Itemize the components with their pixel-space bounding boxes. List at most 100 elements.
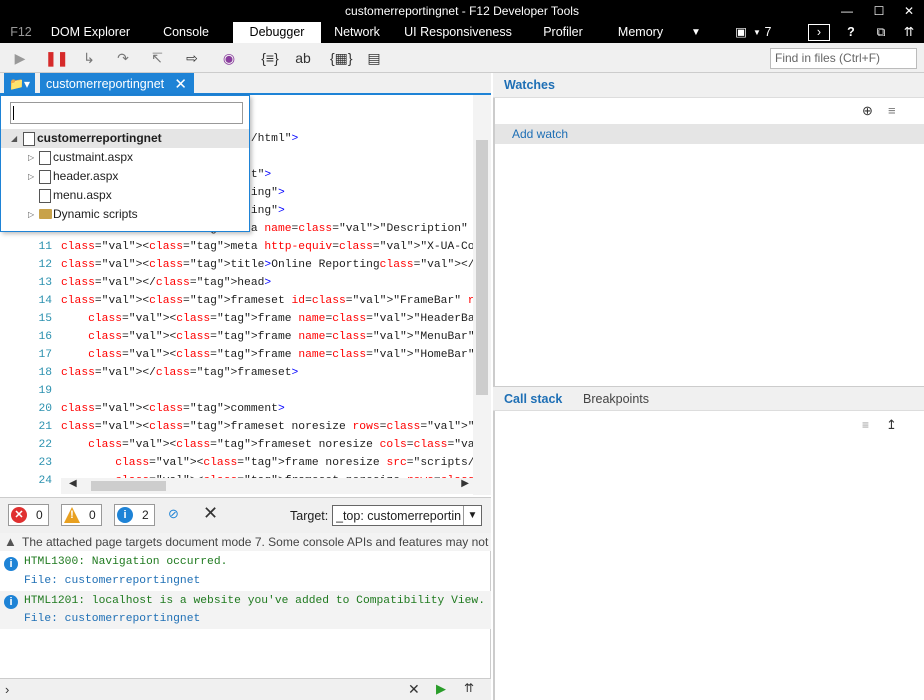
line-number[interactable]: 13: [22, 277, 52, 289]
tree-root[interactable]: ◢ customerreportingnet: [1, 129, 249, 148]
close-window-button[interactable]: ✕: [894, 0, 924, 22]
expanded-arrow-icon[interactable]: ◢: [11, 129, 17, 148]
tab-dom-explorer[interactable]: DOM Explorer: [42, 22, 139, 43]
line-number[interactable]: 22: [22, 439, 52, 451]
pin-callstack-icon[interactable]: ↥: [886, 417, 897, 433]
tab-debugger[interactable]: Debugger: [233, 22, 321, 43]
tree-item-label: Dynamic scripts: [53, 207, 138, 221]
file-icon: [39, 151, 51, 165]
add-watch-icon[interactable]: ⊕: [862, 103, 873, 119]
emulation-monitor-icon[interactable]: ▣: [730, 22, 752, 43]
code-line: class="val"><class="tag">meta http-equiv…: [61, 241, 473, 253]
window-title: customerreportingnet - F12 Developer Too…: [345, 4, 579, 18]
horizontal-scroll-thumb[interactable]: [91, 481, 166, 491]
side-panels: Watches ⊕ ≡ Add watch Call stack Breakpo…: [493, 73, 924, 700]
code-line: class="val"><class="tag">comment>: [61, 403, 285, 415]
document-tabs: 📁▾ customerreportingnet ✕: [0, 73, 491, 95]
main-tab-bar: F12 DOM Explorer Console Debugger Networ…: [0, 22, 924, 43]
run-icon[interactable]: ▶: [436, 681, 446, 697]
clear-on-navigate-icon[interactable]: ⊘: [168, 506, 188, 524]
minimize-button[interactable]: —: [832, 0, 862, 22]
help-button[interactable]: ?: [842, 22, 860, 43]
tab-console[interactable]: Console: [139, 22, 233, 43]
vertical-scroll-thumb[interactable]: [476, 140, 488, 395]
tab-breakpoints[interactable]: Breakpoints: [583, 392, 649, 406]
chevron-down-icon[interactable]: ▼: [463, 506, 481, 525]
scroll-left-icon[interactable]: ◀: [69, 478, 77, 489]
target-select[interactable]: _top: customerreporting ▼: [332, 505, 482, 526]
collapsed-arrow-icon[interactable]: ▷: [28, 205, 34, 224]
clear-console-icon[interactable]: ✕: [203, 503, 218, 524]
exceptions-icon[interactable]: ◉: [220, 49, 238, 67]
file-search-input[interactable]: [10, 102, 243, 124]
info-count: 2: [142, 508, 149, 522]
code-line: class="val"><class="tag">frameset noresi…: [61, 421, 473, 433]
step-over-icon[interactable]: ↷: [114, 49, 132, 67]
show-frames-icon[interactable]: ≡: [862, 418, 869, 432]
tab-f12[interactable]: F12: [0, 22, 42, 43]
pin-icon[interactable]: ⇈: [900, 22, 918, 43]
console-toggle-icon[interactable]: ›: [808, 24, 830, 41]
line-number[interactable]: 23: [22, 457, 52, 469]
console-toolbar: ✕ 0 ! 0 i 2 ⊘ ✕ Target: _top: customerre…: [0, 497, 491, 533]
tab-profiler[interactable]: Profiler: [523, 22, 603, 43]
line-number[interactable]: 12: [22, 259, 52, 271]
close-tab-icon[interactable]: ✕: [174, 75, 187, 93]
folder-icon[interactable]: 📁▾: [4, 73, 35, 95]
just-my-code-icon[interactable]: {▦}: [330, 49, 353, 67]
file-icon: [39, 170, 51, 184]
tree-item[interactable]: ▷ custmaint.aspx: [1, 148, 249, 167]
line-number[interactable]: 21: [22, 421, 52, 433]
add-watch-row[interactable]: Add watch: [495, 124, 924, 144]
undock-icon[interactable]: ⧉: [870, 22, 892, 43]
document-tab[interactable]: customerreportingnet ✕: [40, 73, 194, 95]
tree-item[interactable]: ▷ header.aspx: [1, 167, 249, 186]
break-on-new-worker-icon[interactable]: ⇨: [183, 49, 201, 67]
collapsed-arrow-icon[interactable]: ▷: [28, 148, 34, 167]
warning-triangle-icon: ▲: [4, 534, 17, 549]
scroll-right-icon[interactable]: ▶: [461, 478, 469, 489]
maximize-button[interactable]: ☐: [864, 0, 894, 22]
break-icon[interactable]: ❚❚: [45, 49, 68, 67]
tab-network[interactable]: Network: [321, 22, 393, 43]
collapsed-arrow-icon[interactable]: ▷: [28, 167, 34, 186]
document-icon: [23, 132, 35, 146]
line-number[interactable]: 14: [22, 295, 52, 307]
tab-ui-responsiveness[interactable]: UI Responsiveness: [393, 22, 523, 43]
line-number[interactable]: 24: [22, 475, 52, 487]
tab-memory[interactable]: Memory: [603, 22, 678, 43]
word-wrap-icon[interactable]: ab: [294, 49, 312, 67]
callstack-header: Call stack Breakpoints: [493, 386, 924, 411]
horizontal-scrollbar[interactable]: ◀ ▶: [61, 478, 473, 494]
line-number[interactable]: 11: [22, 241, 52, 253]
line-number[interactable]: 19: [22, 385, 52, 397]
code-line: class="val"></class="tag">head>: [61, 277, 272, 289]
line-number[interactable]: 18: [22, 367, 52, 379]
line-number[interactable]: 16: [22, 331, 52, 343]
errors-filter-button[interactable]: ✕ 0: [8, 504, 49, 526]
emulation-dropdown-icon[interactable]: ▼: [752, 22, 762, 43]
expand-up-icon[interactable]: ⇈: [464, 681, 474, 695]
find-in-files-input[interactable]: Find in files (Ctrl+F): [770, 48, 917, 69]
clear-input-icon[interactable]: ✕: [408, 681, 420, 698]
pretty-print-icon[interactable]: {≡}: [261, 49, 279, 67]
tabs-overflow-icon[interactable]: ▼: [686, 22, 706, 43]
console-input[interactable]: [18, 681, 398, 699]
line-number[interactable]: 15: [22, 313, 52, 325]
tab-call-stack[interactable]: Call stack: [504, 392, 562, 406]
info-filter-button[interactable]: i 2: [114, 504, 155, 526]
tree-item[interactable]: ▷ Dynamic scripts: [1, 205, 249, 224]
source-maps-icon[interactable]: ▤: [365, 49, 383, 67]
step-into-icon[interactable]: ↳: [80, 49, 98, 67]
console-message-file[interactable]: File: customerreportingnet: [24, 613, 200, 625]
vertical-scrollbar[interactable]: [473, 95, 491, 495]
warnings-filter-button[interactable]: ! 0: [61, 504, 102, 526]
target-select-value: _top: customerreporting: [336, 509, 461, 523]
line-number[interactable]: 20: [22, 403, 52, 415]
tree-item[interactable]: menu.aspx: [1, 186, 249, 205]
continue-icon[interactable]: ▶: [11, 49, 29, 67]
step-out-icon[interactable]: ↸: [148, 49, 166, 67]
console-message-file[interactable]: File: customerreportingnet: [24, 575, 200, 587]
delete-all-watches-icon[interactable]: ≡: [888, 103, 896, 118]
line-number[interactable]: 17: [22, 349, 52, 361]
